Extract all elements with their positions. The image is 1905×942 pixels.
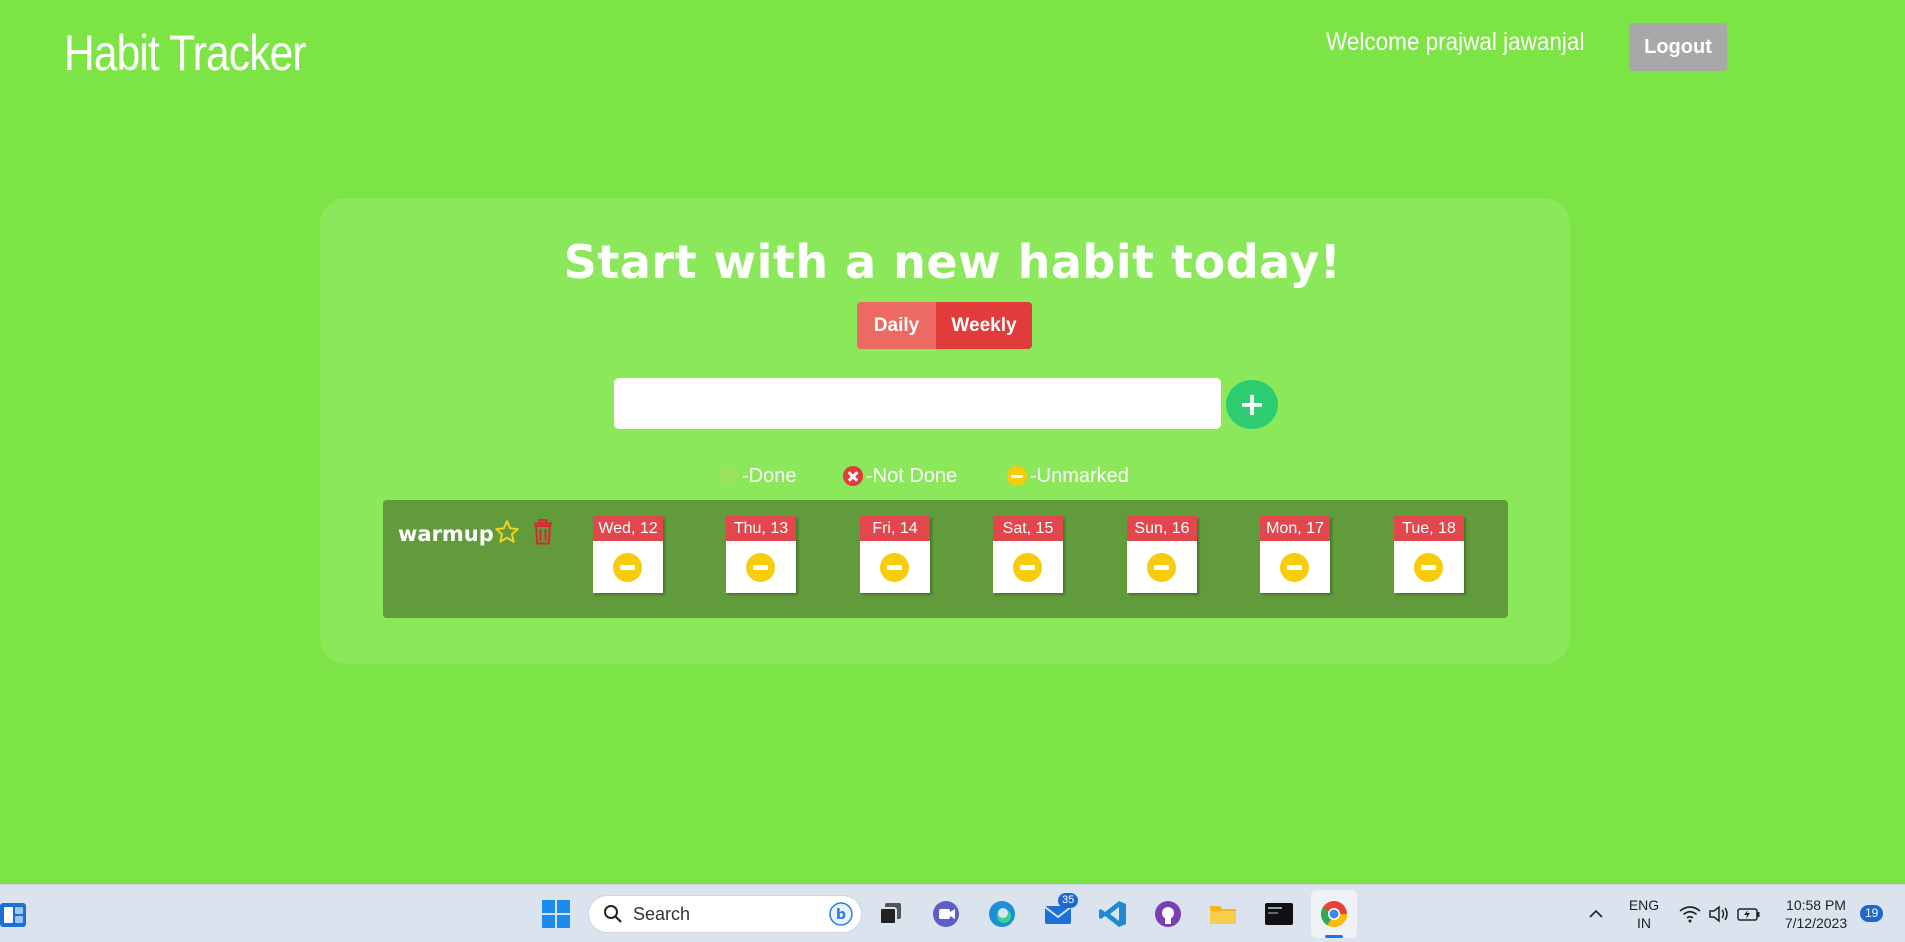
day-label: Sun, 16: [1127, 516, 1197, 541]
day-label: Thu, 13: [726, 516, 796, 541]
search-label: Search: [633, 903, 691, 924]
day-label: Sat, 15: [993, 516, 1063, 541]
day-label: Wed, 12: [593, 516, 663, 541]
github-desktop-icon[interactable]: [1152, 898, 1184, 930]
unmarked-status-icon[interactable]: [1414, 553, 1443, 582]
teams-chat-icon[interactable]: [930, 898, 962, 930]
mail-badge: 35: [1058, 893, 1079, 908]
active-indicator: [1325, 935, 1343, 938]
unmarked-icon: [1007, 466, 1027, 486]
legend-not-done-label: -Not Done: [866, 464, 958, 487]
add-habit-button[interactable]: +: [1226, 380, 1278, 429]
legend-unmarked-label: -Unmarked: [1030, 464, 1129, 487]
unmarked-status-icon[interactable]: [1013, 553, 1042, 582]
unmarked-status-icon[interactable]: [1147, 553, 1176, 582]
day-label: Tue, 18: [1394, 516, 1464, 541]
mail-app[interactable]: 35: [1042, 893, 1079, 930]
done-icon: [719, 466, 739, 486]
unmarked-status-icon[interactable]: [880, 553, 909, 582]
widgets-icon[interactable]: [0, 901, 28, 929]
taskbar-search-box[interactable]: Search b: [588, 895, 862, 933]
clock[interactable]: 10:58 PM 7/12/2023: [1776, 896, 1856, 932]
day-card-mon: Mon, 17: [1260, 516, 1330, 593]
unmarked-status-icon[interactable]: [1280, 553, 1309, 582]
language-indicator[interactable]: ENG IN: [1625, 896, 1663, 932]
wifi-icon[interactable]: [1679, 904, 1701, 924]
app-title: Habit Tracker: [64, 25, 307, 81]
legend-done-label: -Done: [742, 464, 797, 487]
welcome-text: Welcome prajwal jawanjal: [1326, 28, 1585, 56]
file-explorer-icon[interactable]: [1207, 898, 1239, 930]
day-card-wed: Wed, 12: [593, 516, 663, 593]
logout-button[interactable]: Logout: [1629, 23, 1727, 71]
unmarked-status-icon[interactable]: [613, 553, 642, 582]
habit-row: warmup Wed, 12 Thu, 13 Fri, 14 Sat, 15 S…: [383, 500, 1508, 618]
view-toggle: Daily Weekly: [857, 302, 1032, 349]
windows-taskbar: Search b 35 ENG IN 10:58 PM 7/12/2023 19: [0, 884, 1905, 942]
svg-text:b: b: [836, 907, 846, 923]
notification-badge[interactable]: 19: [1860, 905, 1884, 922]
day-card-sat: Sat, 15: [993, 516, 1063, 593]
page-headline: Start with a new habit today!: [563, 235, 1342, 289]
language-label: ENG: [1628, 897, 1660, 913]
legend-unmarked: -Unmarked: [1007, 464, 1129, 488]
vscode-icon[interactable]: [1097, 898, 1129, 930]
start-windows-icon[interactable]: [541, 899, 571, 929]
new-habit-input[interactable]: [614, 378, 1221, 429]
day-label: Mon, 17: [1260, 516, 1330, 541]
clock-time: 10:58 PM: [1786, 897, 1846, 913]
region-label: IN: [1637, 915, 1651, 931]
chrome-icon: [1320, 901, 1348, 928]
volume-icon[interactable]: [1708, 904, 1730, 924]
edge-browser-icon[interactable]: [986, 898, 1018, 930]
day-card-sun: Sun, 16: [1127, 516, 1197, 593]
habit-name: warmup: [398, 522, 494, 546]
bing-icon[interactable]: b: [829, 902, 853, 926]
battery-icon[interactable]: [1737, 905, 1761, 923]
mysql-terminal-icon[interactable]: [1263, 898, 1295, 930]
chrome-active-tile[interactable]: [1311, 890, 1357, 938]
favorite-star-icon[interactable]: [494, 519, 520, 545]
day-card-fri: Fri, 14: [860, 516, 930, 593]
legend-not-done: -Not Done: [843, 464, 957, 488]
task-view-icon[interactable]: [876, 898, 908, 930]
chevron-up-icon[interactable]: [1588, 906, 1604, 922]
day-label: Fri, 14: [860, 516, 930, 541]
weekly-toggle-button[interactable]: Weekly: [936, 302, 1032, 349]
day-card-tue: Tue, 18: [1394, 516, 1464, 593]
legend-done: -Done: [719, 464, 796, 488]
search-icon: [604, 905, 622, 923]
unmarked-status-icon[interactable]: [746, 553, 775, 582]
not-done-icon: [843, 466, 863, 486]
delete-trash-icon[interactable]: [531, 519, 555, 545]
clock-date: 7/12/2023: [1784, 915, 1848, 931]
day-card-thu: Thu, 13: [726, 516, 796, 593]
daily-toggle-button[interactable]: Daily: [857, 302, 936, 349]
